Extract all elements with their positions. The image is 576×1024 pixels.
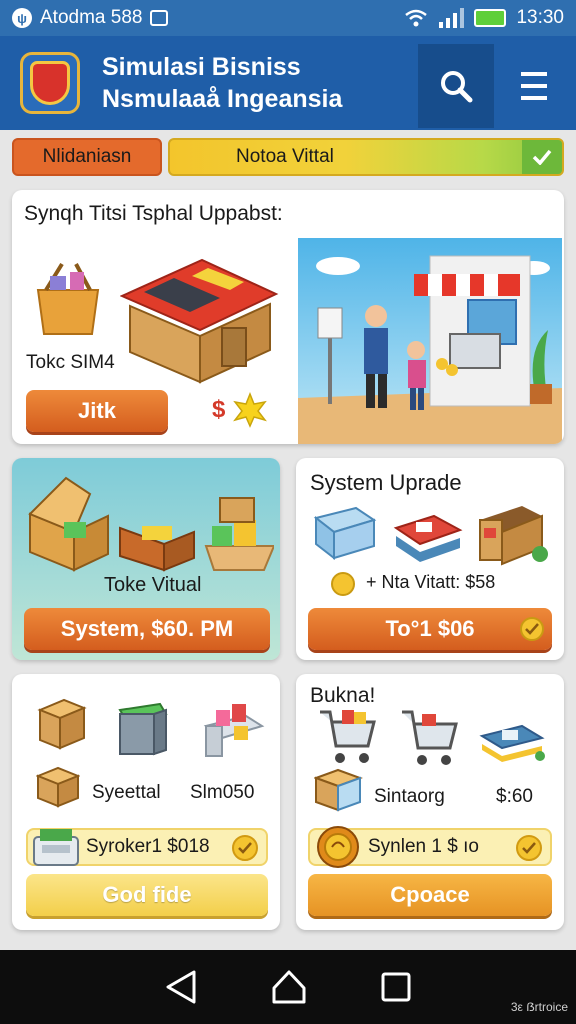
- search-button[interactable]: [418, 44, 494, 128]
- total-button-label: To°1 $06: [385, 616, 475, 641]
- total-button[interactable]: To°1 $06: [308, 608, 552, 650]
- card-virtual-shop: Toke Vitual System, $60. PM: [12, 458, 280, 660]
- card-title: Synqh Titsi Tsphal Uppabst:: [24, 202, 283, 225]
- system-nav-bar: 3ε ẞrtroice: [0, 950, 576, 1024]
- tab-bar: Nlidaniasn Notoa Vittal: [12, 138, 564, 176]
- coin-check-icon: [232, 835, 258, 861]
- price-bar-label: Synlen 1 $ ıo: [368, 836, 479, 857]
- upgrade-items-icon: [313, 506, 548, 566]
- coin-check-icon: [520, 617, 544, 641]
- coin-bag-icon: [331, 572, 355, 596]
- shopping-carts-icon: [320, 710, 545, 765]
- app-header: Simulasi Bisniss Nsmulaaå Ingeansia: [0, 36, 576, 130]
- item-label: Sintaorg: [374, 786, 445, 807]
- app-notification-icon: ψ: [12, 8, 32, 28]
- jitk-button[interactable]: Jitk: [26, 390, 168, 432]
- money-badge: $: [212, 396, 226, 423]
- cpoace-button[interactable]: Cpoace: [308, 874, 552, 916]
- boxes-icon: [28, 476, 274, 572]
- tab-notoa-vittal-label: Notoa Vittal: [236, 146, 334, 167]
- app-subtitle: Nsmulaaå Ingeansia: [102, 85, 343, 113]
- price-text: + Nta Vitatt: $58: [366, 572, 496, 592]
- recent-apps-icon[interactable]: [380, 971, 412, 1003]
- watermark: 3ε ẞrtroice: [510, 1000, 568, 1014]
- carrier-label: Atodma 588: [40, 7, 143, 28]
- tab-nlidaniasn[interactable]: Nlidaniasn: [12, 138, 162, 176]
- price-bar: Synlen 1 $ ıo: [308, 826, 552, 868]
- price-bar-label: Syroker1 $018: [86, 836, 210, 857]
- menu-button[interactable]: [496, 44, 572, 128]
- basket-icon: [36, 262, 100, 335]
- card-storage: Syeettal Slm050 Syroker1 $018 God fide: [12, 674, 280, 930]
- clock: 13:30: [516, 7, 564, 28]
- item-price: Slm050: [190, 782, 255, 803]
- hamburger-menu-icon: [521, 72, 547, 100]
- search-icon: [441, 71, 473, 103]
- card-title: System Uprade: [310, 470, 462, 495]
- shop-scene-illustration: [298, 238, 562, 444]
- system-price-button[interactable]: System, $60. PM: [24, 608, 270, 650]
- item-label: Syeettal: [92, 782, 161, 803]
- signal-icon: [439, 8, 465, 28]
- box-icon: [314, 768, 363, 812]
- item-label: Tokc SIM4: [26, 352, 115, 373]
- storage-items-icon: [37, 698, 265, 757]
- cash-register-icon: [33, 829, 79, 866]
- gold-coin-icon: [317, 826, 359, 868]
- item-label: Toke Vitual: [104, 574, 202, 596]
- item-price: $:60: [496, 786, 533, 807]
- card-shopping: Bukna! Sintaorg $:60 Synlen 1 $ ıo Cpoac…: [296, 674, 564, 930]
- battery-icon: [474, 9, 507, 27]
- app-title: Simulasi Bisniss: [102, 53, 301, 81]
- card-system-upgrade: System Uprade + Nta Vitatt: $58 To°1 $06: [296, 458, 564, 660]
- shop-building-icon: [120, 258, 279, 384]
- wifi-icon: [405, 9, 428, 27]
- price-bar: Syroker1 $018: [26, 828, 268, 866]
- star-burst-icon: [233, 392, 267, 428]
- tab-notoa-vittal[interactable]: Notoa Vittal: [168, 138, 564, 176]
- card-shop-upgrade: Synqh Titsi Tsphal Uppabst: Tokc SIM4 Ji…: [12, 190, 564, 444]
- god-fide-button[interactable]: God fide: [26, 874, 268, 916]
- back-icon[interactable]: [164, 969, 198, 1005]
- box-icon: [36, 766, 80, 808]
- coin-check-icon: [516, 835, 542, 861]
- check-icon: [522, 140, 562, 174]
- home-icon[interactable]: [270, 968, 308, 1006]
- status-bar: ψ Atodma 588 13:30: [0, 0, 576, 36]
- app-logo-icon: [20, 52, 80, 114]
- image-notification-icon: [150, 10, 169, 26]
